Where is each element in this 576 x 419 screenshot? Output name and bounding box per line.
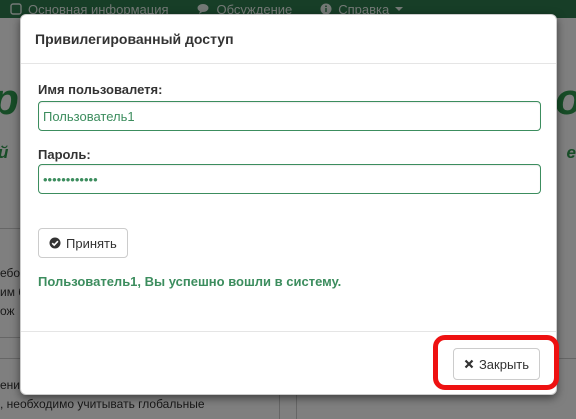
check-circle-icon — [49, 237, 61, 249]
modal-title: Привилегированный доступ — [35, 31, 234, 47]
login-success-message: Пользователь1, Вы успешно вошли в систем… — [38, 274, 342, 289]
privileged-access-dialog: Привилегированный доступ Имя пользовалет… — [20, 14, 557, 395]
modal-header: Привилегированный доступ — [21, 15, 556, 64]
password-input[interactable] — [38, 164, 541, 194]
close-button[interactable]: Закрыть — [453, 348, 540, 380]
modal-footer: Закрыть — [21, 331, 556, 394]
accept-button[interactable]: Принять — [38, 228, 128, 258]
modal-body: Имя пользовалетя: Пароль: Принять Пользо… — [21, 64, 556, 331]
username-label: Имя пользовалетя: — [38, 82, 163, 97]
accept-button-label: Принять — [66, 235, 117, 251]
username-input[interactable] — [38, 101, 541, 131]
close-button-label: Закрыть — [478, 356, 530, 372]
close-icon — [464, 359, 474, 369]
password-label: Пароль: — [38, 147, 91, 162]
